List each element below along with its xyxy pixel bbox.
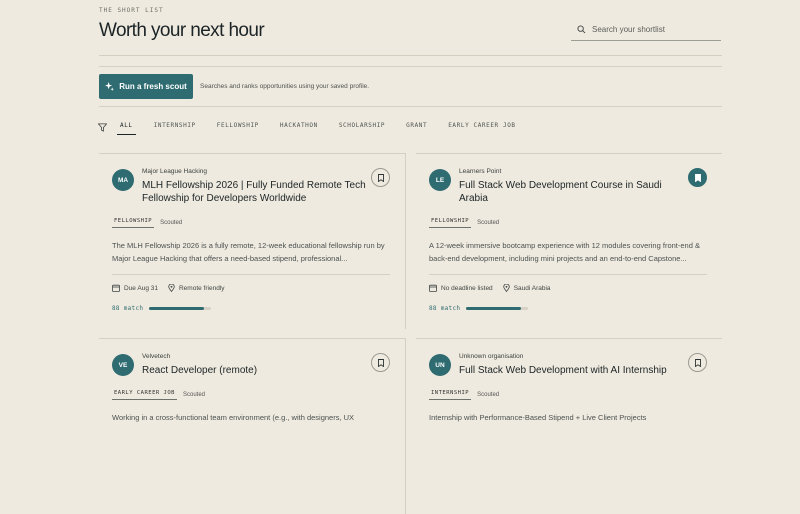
match-score: 88 match: [112, 305, 212, 312]
match-bar: [466, 307, 529, 310]
bookmark-button[interactable]: [688, 353, 707, 372]
type-tag: FELLOWSHIP: [112, 217, 155, 228]
org-avatar: MA: [112, 169, 134, 191]
location-text: Saudi Arabia: [513, 284, 551, 292]
bookmark-button[interactable]: [688, 168, 707, 187]
run-scout-label: Run a fresh scout: [119, 82, 187, 91]
filter-icon: [98, 122, 107, 132]
sparkle-icon: [105, 82, 115, 91]
filter-tab-scholarship[interactable]: SCHOLARSHIP: [339, 122, 385, 135]
type-tag: FELLOWSHIP: [429, 217, 472, 228]
card-meta: No deadline listed Saudi Arabia: [429, 284, 561, 292]
card-description: The MLH Fellowship 2026 is a fully remot…: [112, 241, 385, 263]
card-tags: EARLY CAREER JOB Scouted: [112, 389, 205, 400]
location-text: Remote friendly: [178, 284, 225, 292]
toolbar-divider-bottom: [99, 106, 722, 107]
status-badge: Scouted: [160, 219, 183, 226]
org-name: Learners Point: [459, 168, 502, 175]
card-tags: FELLOWSHIP Scouted: [429, 217, 499, 228]
type-tag: INTERNSHIP: [429, 389, 472, 400]
filter-tab-fellowship[interactable]: FELLOWSHIP: [217, 122, 259, 135]
match-label: 88 match: [112, 305, 144, 312]
org-name: Unknown organisation: [459, 353, 524, 360]
card-description: Working in a cross-functional team envir…: [112, 413, 355, 422]
card-divider: [429, 274, 707, 275]
filter-tab-hackathon[interactable]: HACKATHON: [280, 122, 318, 135]
match-bar-fill: [149, 307, 204, 310]
org-avatar: LE: [429, 169, 451, 191]
filter-tab-grant[interactable]: GRANT: [406, 122, 427, 135]
opportunity-card[interactable]: LE Learners Point Full Stack Web Develop…: [416, 153, 722, 329]
card-title[interactable]: MLH Fellowship 2026 | Fully Funded Remot…: [142, 179, 367, 205]
bookmark-icon: [694, 358, 701, 367]
location-pin-icon: [502, 284, 510, 292]
match-label: 88 match: [429, 305, 461, 312]
search-icon: [577, 24, 586, 33]
filter-bar: ALL INTERNSHIP FELLOWSHIP HACKATHON SCHO…: [98, 122, 537, 135]
org-name: Major League Hacking: [142, 168, 208, 175]
calendar-icon: [112, 284, 120, 292]
bookmark-filled-icon: [694, 173, 701, 182]
card-tags: FELLOWSHIP Scouted: [112, 217, 182, 228]
opportunity-card[interactable]: MA Major League Hacking MLH Fellowship 2…: [99, 153, 406, 329]
card-description: A 12-week immersive bootcamp experience …: [429, 241, 700, 263]
card-title[interactable]: Full Stack Web Development with AI Inter…: [459, 364, 684, 377]
calendar-icon: [429, 284, 437, 292]
card-tags: INTERNSHIP Scouted: [429, 389, 499, 400]
bookmark-button[interactable]: [371, 353, 390, 372]
search-input[interactable]: [592, 24, 712, 34]
status-badge: Scouted: [182, 391, 206, 398]
org-name: Velvetech: [142, 353, 171, 360]
card-description: Internship with Performance-Based Stipen…: [429, 413, 647, 422]
filter-tab-internship[interactable]: INTERNSHIP: [154, 122, 196, 135]
bookmark-icon: [377, 173, 384, 182]
match-bar: [149, 307, 212, 310]
card-title[interactable]: Full Stack Web Development Course in Sau…: [459, 179, 684, 205]
status-badge: Scouted: [477, 391, 500, 398]
opportunity-card[interactable]: VE Velvetech React Developer (remote) EA…: [99, 338, 406, 514]
run-scout-button[interactable]: Run a fresh scout: [99, 74, 193, 99]
org-avatar: UN: [429, 354, 451, 376]
opportunity-card[interactable]: UN Unknown organisation Full Stack Web D…: [416, 338, 722, 514]
org-avatar: VE: [112, 354, 134, 376]
filter-tab-all[interactable]: ALL: [117, 122, 136, 135]
status-badge: Scouted: [477, 219, 500, 226]
bookmark-icon: [377, 358, 384, 367]
type-tag: EARLY CAREER JOB: [112, 389, 177, 400]
search-box[interactable]: [571, 18, 721, 41]
card-meta: Due Aug 31 Remote friendly: [112, 284, 235, 292]
page-eyebrow: THE SHORT LIST: [99, 7, 164, 14]
match-score: 88 match: [429, 305, 529, 312]
filter-tab-early-career-job[interactable]: EARLY CAREER JOB: [448, 122, 515, 135]
header-divider: [99, 55, 722, 56]
card-divider: [112, 274, 390, 275]
match-bar-fill: [466, 307, 521, 310]
bookmark-button[interactable]: [371, 168, 390, 187]
deadline-text: No deadline listed: [441, 284, 493, 292]
location-pin-icon: [168, 284, 175, 292]
page-title: Worth your next hour: [99, 20, 265, 41]
card-title[interactable]: React Developer (remote): [142, 364, 367, 377]
scout-note: Searches and ranks opportunities using y…: [200, 83, 370, 90]
deadline-text: Due Aug 31: [124, 284, 158, 292]
toolbar-divider-top: [99, 66, 722, 67]
